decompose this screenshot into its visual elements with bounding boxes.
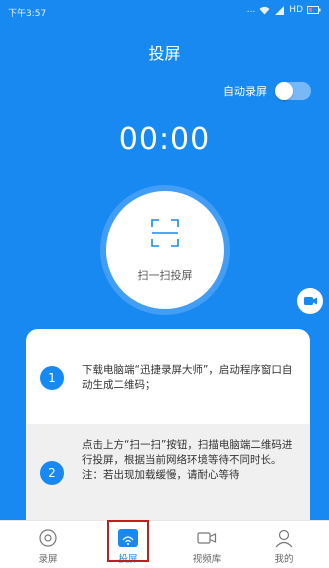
nav-label-video-library: 视频库 (192, 554, 222, 565)
bottom-nav: 录屏 投屏 视频库 我的 (0, 520, 329, 568)
auto-record-label: 自动录屏 (223, 85, 267, 98)
signal-icon (275, 5, 285, 15)
instruction-step: 1 下载电脑端“迅捷录屏大师”，启动程序窗口自动生成二维码； (26, 329, 310, 424)
auto-record-toggle[interactable] (275, 82, 311, 100)
record-timer: 00:00 (118, 122, 211, 157)
nav-label-record: 录屏 (38, 554, 58, 565)
record-icon (39, 529, 57, 547)
floating-camera-button[interactable] (297, 288, 323, 314)
network-type: HD (289, 5, 303, 15)
step-number-badge: 2 (40, 461, 64, 485)
cast-screen: 下午3:57 ... HD 投屏 自动录屏 00:00 扫一扫投屏 1 下载电脑… (0, 0, 329, 568)
scan-frame-icon (151, 219, 179, 247)
step-text: 点击上方“扫一扫”按钮，扫描电脑端二维码进行投屏，根据当前网络环境等待不同时长。… (82, 439, 293, 481)
instruction-card: 1 下载电脑端“迅捷录屏大师”，启动程序窗口自动生成二维码； 2 点击上方“扫一… (26, 329, 310, 525)
step-number-badge: 1 (40, 366, 64, 390)
scan-cast-label: 扫一扫投屏 (137, 269, 193, 282)
status-bar: 下午3:57 ... HD (0, 0, 329, 22)
nav-label-profile: 我的 (274, 554, 294, 565)
scan-cast-button[interactable]: 扫一扫投屏 (106, 191, 224, 309)
battery-icon (307, 6, 321, 14)
video-camera-icon (197, 532, 217, 544)
status-dots: ... (246, 5, 256, 15)
nav-item-profile[interactable]: 我的 (254, 521, 314, 568)
instruction-step: 2 点击上方“扫一扫”按钮，扫描电脑端二维码进行投屏，根据当前网络环境等待不同时… (26, 424, 310, 525)
profile-icon (275, 529, 293, 548)
video-camera-icon (304, 297, 317, 305)
nav-item-video-library[interactable]: 视频库 (177, 521, 237, 568)
wifi-icon (259, 6, 270, 14)
status-icons: ... HD (247, 5, 321, 15)
toggle-knob (275, 82, 293, 100)
step-text: 下载电脑端“迅捷录屏大师”，启动程序窗口自动生成二维码； (82, 364, 293, 391)
status-time: 下午3:57 (8, 9, 47, 19)
highlight-box (107, 520, 149, 562)
nav-item-record[interactable]: 录屏 (18, 521, 78, 568)
auto-record-row: 自动录屏 (223, 82, 311, 100)
page-title: 投屏 (148, 44, 181, 63)
